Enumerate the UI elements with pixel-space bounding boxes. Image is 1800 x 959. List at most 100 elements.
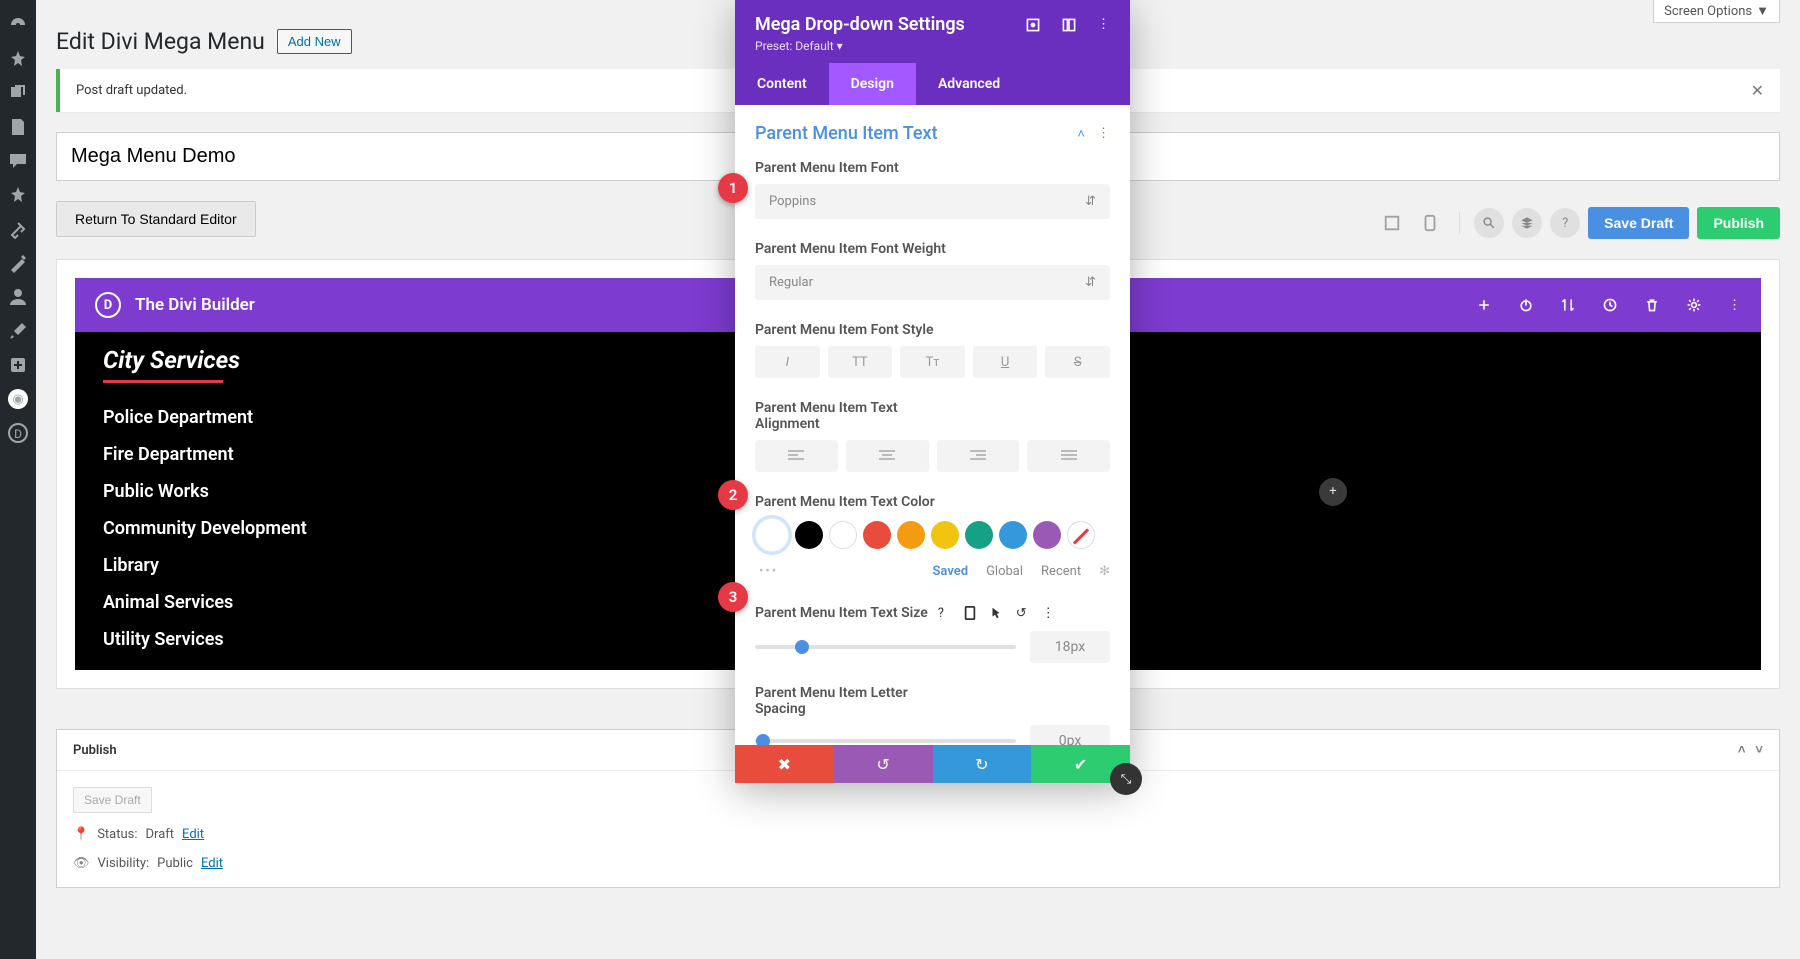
color-swatch-none[interactable] (1067, 521, 1095, 549)
divi-logo-icon: D (95, 292, 121, 318)
media-icon[interactable] (0, 76, 36, 110)
save-draft-button[interactable]: Save Draft (1588, 207, 1689, 239)
tab-design[interactable]: Design (829, 63, 916, 105)
add-module-button[interactable]: + (1319, 478, 1347, 506)
users-icon[interactable] (0, 280, 36, 314)
text-size-value[interactable]: 18px (1030, 631, 1110, 663)
color-swatch[interactable] (829, 521, 857, 549)
color-more-icon[interactable]: ••• (755, 560, 782, 583)
mobile-view-icon[interactable] (1415, 208, 1445, 238)
hover-icon[interactable] (990, 605, 1006, 621)
return-standard-editor-button[interactable]: Return To Standard Editor (56, 201, 256, 237)
divi-menu-icon[interactable]: ◉ (0, 382, 36, 416)
projects-icon[interactable] (0, 178, 36, 212)
color-swatch[interactable] (795, 521, 823, 549)
responsive-tablet-icon[interactable] (964, 605, 980, 621)
metabox-down-icon[interactable]: ˅ (1755, 742, 1763, 758)
align-right[interactable] (937, 440, 1020, 472)
heading-underline (103, 380, 223, 383)
panel-resize-handle[interactable]: ⤡ (1110, 763, 1142, 795)
comments-icon[interactable] (0, 144, 36, 178)
color-swatch[interactable] (1033, 521, 1061, 549)
style-strikethrough[interactable]: S (1045, 346, 1110, 378)
pin-icon[interactable] (0, 42, 36, 76)
text-size-slider[interactable] (755, 645, 1016, 649)
select-caret-icon: ⇵ (1085, 194, 1096, 209)
delete-icon[interactable] (1644, 297, 1660, 313)
status-value: Draft (146, 827, 175, 842)
weight-select[interactable]: Regular ⇵ (755, 265, 1110, 300)
align-justify[interactable] (1027, 440, 1110, 472)
preset-selector[interactable]: Preset: Default ▾ (755, 39, 1110, 53)
history-icon[interactable] (1602, 297, 1618, 313)
panel-cancel-button[interactable]: ✖ (735, 745, 834, 783)
help-icon[interactable]: ? (938, 605, 954, 621)
color-swatch[interactable] (999, 521, 1027, 549)
color-swatch-selected[interactable] (755, 518, 789, 552)
help-icon[interactable]: ? (1550, 208, 1580, 238)
panel-redo-button[interactable]: ↻ (933, 745, 1032, 783)
settings-plus-icon[interactable] (0, 348, 36, 382)
tab-content[interactable]: Content (735, 63, 829, 105)
weight-label: Parent Menu Item Font Weight (755, 241, 1110, 257)
pages-icon[interactable] (0, 110, 36, 144)
field-more-icon[interactable]: ⋮ (1042, 605, 1058, 621)
search-icon[interactable] (1474, 208, 1504, 238)
status-edit-link[interactable]: Edit (182, 827, 204, 842)
panel-undo-button[interactable]: ↺ (834, 745, 933, 783)
appearance-icon[interactable] (0, 246, 36, 280)
style-uppercase[interactable]: TT (828, 346, 893, 378)
settings-gear-icon[interactable] (1686, 297, 1702, 313)
color-swatch[interactable] (931, 521, 959, 549)
reset-icon[interactable]: ↺ (1016, 605, 1032, 621)
color-swatch[interactable] (965, 521, 993, 549)
font-select[interactable]: Poppins ⇵ (755, 184, 1110, 219)
panel-more-icon[interactable]: ⋮ (1097, 17, 1110, 33)
color-settings-icon[interactable]: ✻ (1099, 564, 1110, 579)
color-tab-recent[interactable]: Recent (1041, 564, 1081, 579)
spacing-value[interactable]: 0px (1030, 725, 1110, 745)
builder-title: The Divi Builder (135, 295, 255, 315)
desktop-view-icon[interactable] (1377, 208, 1407, 238)
spacing-slider[interactable] (755, 739, 1016, 743)
tab-advanced[interactable]: Advanced (916, 63, 1022, 105)
screen-options-toggle[interactable]: Screen Options ▼ (1653, 0, 1780, 23)
style-italic[interactable]: I (755, 346, 820, 378)
dashboard-icon[interactable] (0, 8, 36, 42)
align-label: Parent Menu Item Text Alignment (755, 400, 935, 432)
color-tab-global[interactable]: Global (986, 564, 1023, 579)
color-swatch[interactable] (863, 521, 891, 549)
layers-icon[interactable] (1512, 208, 1542, 238)
add-section-icon[interactable] (1476, 297, 1492, 313)
section-collapse-icon[interactable]: ˄ (1077, 126, 1085, 142)
style-underline[interactable]: U (973, 346, 1038, 378)
metabox-up-icon[interactable]: ˄ (1738, 742, 1746, 758)
style-capitalize[interactable]: Tᴛ (900, 346, 965, 378)
align-center[interactable] (846, 440, 929, 472)
visibility-edit-link[interactable]: Edit (201, 856, 223, 871)
power-icon[interactable] (1518, 297, 1534, 313)
style-label: Parent Menu Item Font Style (755, 322, 1110, 338)
weight-value: Regular (769, 275, 813, 290)
align-left[interactable] (755, 440, 838, 472)
save-draft-small-button[interactable]: Save Draft (73, 787, 152, 813)
color-tab-saved[interactable]: Saved (933, 564, 969, 579)
wp-admin-sidebar: ◉ D (0, 0, 36, 959)
tools-icon[interactable] (0, 314, 36, 348)
publish-box-title: Publish (73, 743, 117, 758)
color-swatch[interactable] (897, 521, 925, 549)
swap-icon[interactable] (1560, 297, 1576, 313)
font-label: Parent Menu Item Font (755, 160, 1110, 176)
links-icon[interactable] (0, 212, 36, 246)
panel-snap-icon[interactable] (1061, 17, 1077, 33)
more-icon[interactable]: ⋮ (1728, 297, 1741, 313)
notice-dismiss-icon[interactable]: ✕ (1751, 81, 1764, 100)
section-title[interactable]: Parent Menu Item Text (755, 123, 938, 144)
divi-d-icon[interactable]: D (0, 416, 36, 450)
publish-button[interactable]: Publish (1697, 207, 1780, 239)
module-settings-panel: Mega Drop-down Settings ⋮ Preset: Defaul… (735, 0, 1130, 783)
visibility-value: Public (157, 856, 193, 871)
section-more-icon[interactable]: ⋮ (1097, 126, 1110, 142)
add-new-button[interactable]: Add New (277, 29, 352, 54)
panel-expand-icon[interactable] (1025, 17, 1041, 33)
